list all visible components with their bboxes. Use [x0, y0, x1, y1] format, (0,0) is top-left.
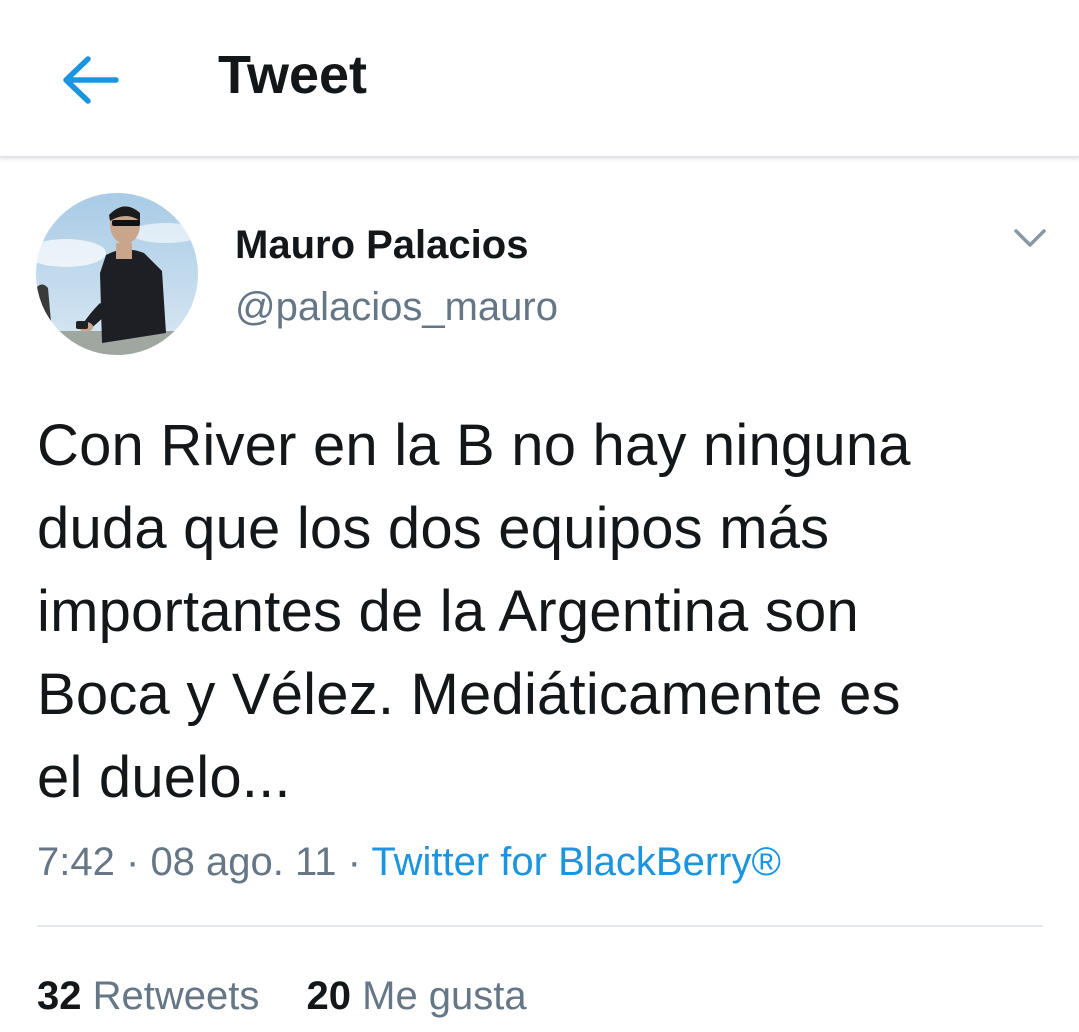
tweet-text-line: duda que los dos equipos más: [37, 496, 830, 561]
meta-separator: ·: [125, 840, 140, 884]
tweet-time: 7:42: [37, 840, 115, 884]
tweet-text-line: Boca y Vélez. Mediáticamente es: [37, 662, 901, 727]
tweet-metadata: 7:42 · 08 ago. 11 · Twitter for BlackBer…: [37, 836, 781, 888]
likes-count: 20: [306, 974, 352, 1018]
avatar[interactable]: [36, 193, 198, 355]
profile-photo: [36, 193, 198, 355]
retweets-label: Retweets: [92, 974, 260, 1018]
meta-separator: ·: [347, 840, 361, 884]
tweet-text-line: importantes de la Argentina son: [37, 579, 859, 644]
top-bar: Tweet: [0, 0, 1079, 158]
retweets-stat[interactable]: 32 Retweets: [37, 970, 259, 1022]
retweets-count: 32: [37, 974, 82, 1018]
tweet-text: Con River en la B no hay ninguna duda qu…: [37, 404, 1047, 819]
back-button[interactable]: [50, 42, 130, 118]
tweet-menu-button[interactable]: [1008, 222, 1052, 254]
tweet-text-line: Con River en la B no hay ninguna: [37, 413, 911, 478]
page-title: Tweet: [218, 45, 368, 105]
author-display-name[interactable]: Mauro Palacios: [235, 220, 528, 270]
tweet-text-line: el duelo...: [37, 745, 291, 810]
author-handle[interactable]: @palacios_mauro: [235, 282, 558, 332]
tweet-date: 08 ago. 11: [150, 840, 337, 884]
arrow-left-icon: [63, 56, 119, 104]
likes-stat[interactable]: 20 Me gusta: [307, 970, 527, 1022]
divider: [37, 925, 1043, 927]
chevron-down-icon: [1014, 229, 1046, 247]
likes-label: Me gusta: [362, 974, 527, 1018]
tweet-source-link[interactable]: Twitter for BlackBerry®: [371, 840, 781, 884]
tweet-stats: 32 Retweets 20 Me gusta: [37, 970, 527, 1022]
